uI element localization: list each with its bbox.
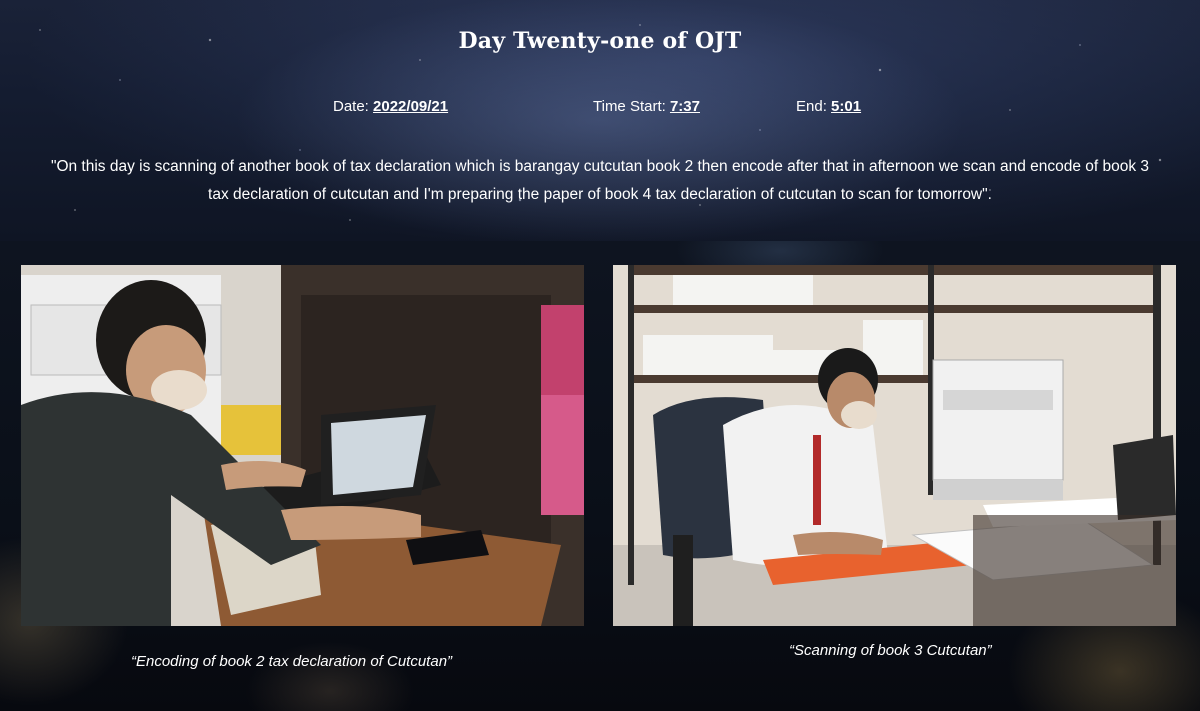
photo-scanning (613, 265, 1176, 626)
date-value: 2022/09/21 (373, 98, 449, 115)
header-banner: Day Twenty-one of OJT Date: 2022/09/21 T… (0, 0, 1200, 241)
photo-encoding-illustration (21, 265, 584, 626)
end-time-label: End: (796, 98, 832, 115)
photo-encoding-caption: “Encoding of book 2 tax declaration of C… (131, 653, 453, 670)
page: Day Twenty-one of OJT Date: 2022/09/21 T… (0, 0, 1200, 711)
photo-encoding (21, 265, 584, 626)
date-label: Date: (333, 98, 374, 115)
page-title: Day Twenty-one of OJT (458, 28, 742, 54)
start-time-info: Time Start: 7:37 (593, 98, 700, 115)
date-info: Date: 2022/09/21 (333, 98, 448, 115)
end-time-value: 5:01 (831, 98, 862, 115)
photo-scanning-caption: “Scanning of book 3 Cutcutan” (789, 642, 992, 659)
photo-scanning-illustration (613, 265, 1176, 626)
start-time-label: Time Start: (593, 98, 670, 115)
day-description: "On this day is scanning of another book… (50, 158, 1150, 203)
end-time-info: End: 5:01 (796, 98, 861, 115)
start-time-value: 7:37 (669, 98, 700, 115)
